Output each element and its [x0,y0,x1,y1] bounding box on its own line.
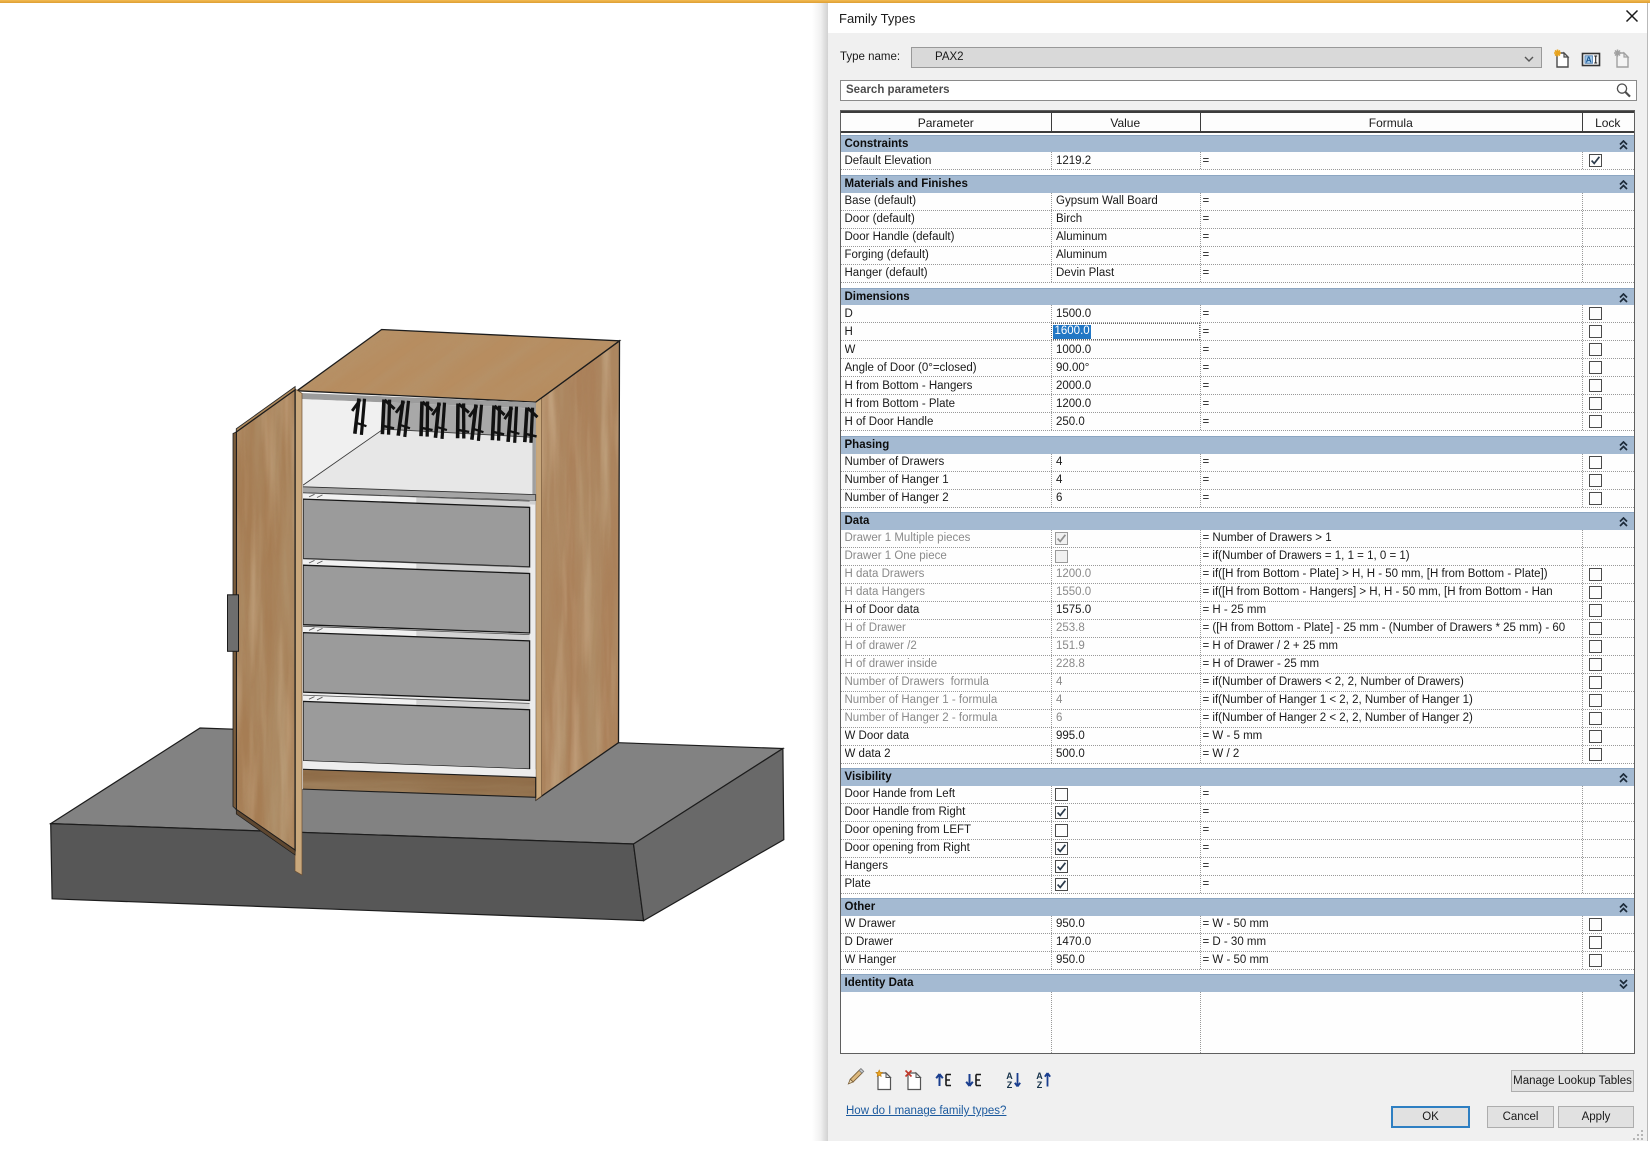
svg-text:Z: Z [1037,1080,1043,1090]
svg-text:Z: Z [1007,1080,1013,1090]
svg-text:A: A [1586,54,1592,64]
